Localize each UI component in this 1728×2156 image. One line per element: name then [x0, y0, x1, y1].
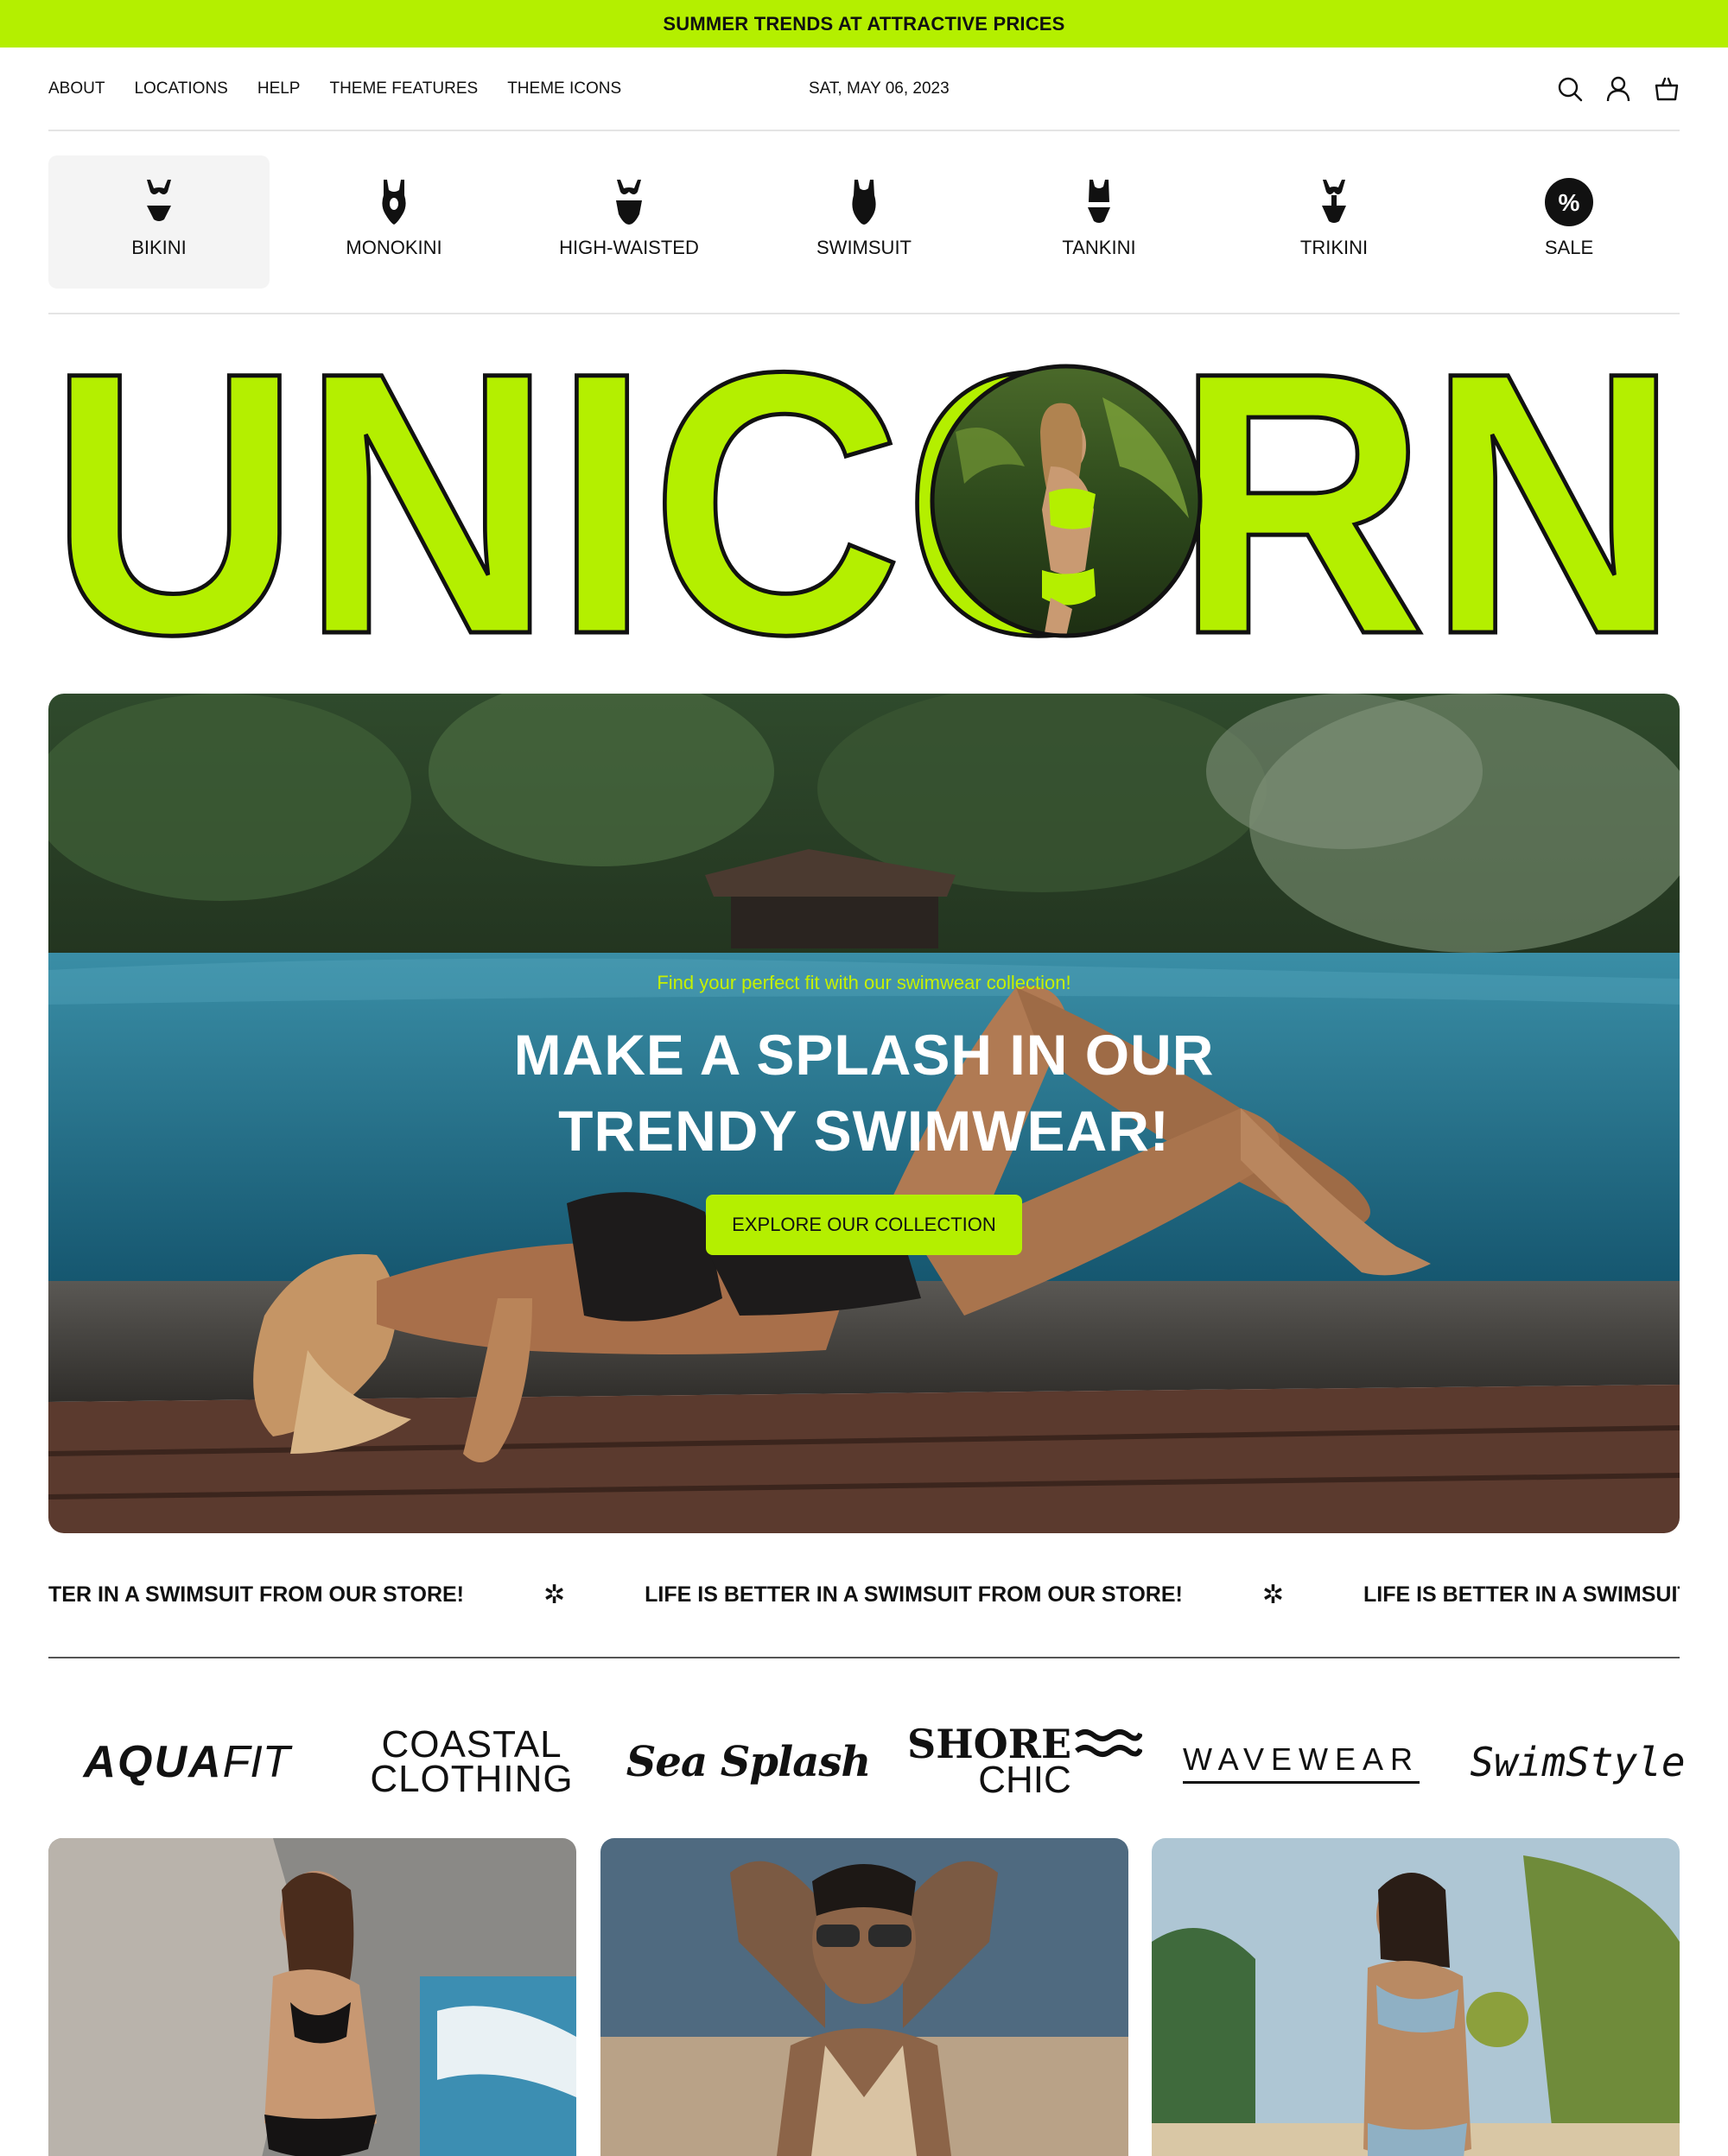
product-image [1152, 1838, 1680, 2156]
cart-icon[interactable] [1654, 76, 1680, 102]
nav-link-theme-features[interactable]: THEME FEATURES [329, 79, 478, 98]
category-sale[interactable]: % SALE [1458, 155, 1680, 289]
wave-icon [1075, 1729, 1143, 1757]
marquee-text: LIFE IS BETTER IN A SWIMSUIT FROM [1363, 1582, 1680, 1607]
category-label: SWIMSUIT [816, 237, 912, 258]
hero-banner: Find your perfect fit with our swimwear … [48, 694, 1680, 1533]
search-icon[interactable] [1557, 76, 1583, 102]
nav-link-help[interactable]: HELP [257, 79, 301, 98]
category-label: MONOKINI [346, 237, 442, 258]
product-image [600, 1838, 1128, 2156]
category-tankini[interactable]: TANKINI [988, 155, 1210, 289]
nav-link-about[interactable]: ABOUT [48, 79, 105, 98]
swimsuit-icon [838, 176, 890, 228]
category-label: TANKINI [1062, 237, 1136, 258]
header-icons [1557, 48, 1680, 130]
hero-title-line-1: MAKE A SPLASH IN OUR [513, 1023, 1215, 1087]
hero-text-overlay: Find your perfect fit with our swimwear … [48, 694, 1680, 1533]
monokini-icon [368, 176, 420, 228]
announcement-bar: SUMMER TRENDS AT ATTRACTIVE PRICES [0, 0, 1728, 48]
logo-wavewear[interactable]: WAVEWEAR [1172, 1693, 1431, 1831]
logo-sea-splash[interactable]: Sea Splash [619, 1693, 878, 1831]
brand-wordmark: UNICORN [47, 293, 1682, 714]
category-swimsuit[interactable]: SWIMSUIT [753, 155, 975, 289]
category-strip: BIKINI MONOKINI HIGH-WAISTED SWIMSUIT TA… [48, 155, 1680, 314]
logo-coastal-line-1: COASTAL [381, 1723, 562, 1766]
product-card[interactable] [48, 1838, 576, 2156]
category-label: SALE [1544, 237, 1594, 258]
nav-link-theme-icons[interactable]: THEME ICONS [507, 79, 621, 98]
marquee-row: TER IN A SWIMSUIT FROM OUR STORE! ✲ LIFE… [48, 1560, 1680, 1629]
logo-aquafit[interactable]: AQUA FIT [66, 1693, 308, 1831]
category-bikini[interactable]: BIKINI [48, 155, 270, 289]
category-label: TRIKINI [1299, 237, 1369, 258]
marquee-strip: TER IN A SWIMSUIT FROM OUR STORE! ✲ LIFE… [48, 1560, 1680, 1658]
brand-wordmark-text: UNICORN [48, 363, 1680, 639]
high-waisted-icon [603, 176, 655, 228]
account-icon[interactable] [1605, 76, 1631, 102]
marquee-text: LIFE IS BETTER IN A SWIMSUIT FROM OUR ST… [645, 1582, 1183, 1607]
logo-shore-chic[interactable]: SHORE CHIC [895, 1693, 1154, 1831]
nav-links: ABOUT LOCATIONS HELP THEME FEATURES THEM… [48, 48, 651, 130]
brand-logos: AQUA FIT COASTAL CLOTHING Sea Splash SHOR… [48, 1693, 1685, 1831]
logo-swimstyle[interactable]: SwimStyle [1448, 1693, 1707, 1831]
top-navigation: ABOUT LOCATIONS HELP THEME FEATURES THEM… [48, 48, 1680, 131]
hero-title: MAKE A SPLASH IN OUR TRENDY SWIMWEAR! [48, 1017, 1680, 1169]
logo-coastal-line-2: CLOTHING [370, 1758, 574, 1800]
tankini-icon [1073, 176, 1125, 228]
product-card[interactable] [1152, 1838, 1680, 2156]
hero-kicker: Find your perfect fit with our swimwear … [657, 972, 1071, 993]
logo-aquafit-light: FIT [222, 1737, 290, 1787]
asterisk-icon: ✲ [1261, 1580, 1284, 1609]
percent-icon: % [1543, 176, 1595, 228]
bikini-icon [133, 176, 185, 228]
category-high-waisted[interactable]: HIGH-WAISTED [518, 155, 740, 289]
logo-sea-splash-text: Sea Splash [626, 1738, 871, 1786]
logo-wavewear-text: WAVEWEAR [1182, 1741, 1420, 1784]
explore-collection-button[interactable]: EXPLORE OUR COLLECTION [706, 1195, 1022, 1255]
nav-link-locations[interactable]: LOCATIONS [134, 79, 227, 98]
marquee-text: TER IN A SWIMSUIT FROM OUR STORE! [48, 1582, 465, 1607]
current-date: SAT, MAY 06, 2023 [809, 79, 950, 98]
category-trikini[interactable]: TRIKINI [1223, 155, 1445, 289]
category-label: BIKINI [131, 237, 187, 258]
logo-shore-line-1: SHORE [906, 1721, 1072, 1767]
trikini-icon [1308, 176, 1360, 228]
svg-text:%: % [1559, 189, 1580, 216]
logo-shore-line-2: CHIC [978, 1759, 1071, 1801]
product-cards [48, 1838, 1680, 2156]
announcement-text: SUMMER TRENDS AT ATTRACTIVE PRICES [663, 12, 1065, 35]
product-card[interactable] [600, 1838, 1128, 2156]
product-image [48, 1838, 576, 2156]
logo-swimstyle-text: SwimStyle [1470, 1739, 1686, 1785]
logo-coastal-clothing[interactable]: COASTAL CLOTHING [342, 1693, 601, 1831]
logo-aquafit-bold: AQUA [83, 1737, 223, 1787]
hero-title-line-2: TRENDY SWIMWEAR! [558, 1099, 1170, 1163]
asterisk-icon: ✲ [543, 1580, 566, 1609]
category-monokini[interactable]: MONOKINI [283, 155, 505, 289]
category-label: HIGH-WAISTED [559, 237, 699, 258]
